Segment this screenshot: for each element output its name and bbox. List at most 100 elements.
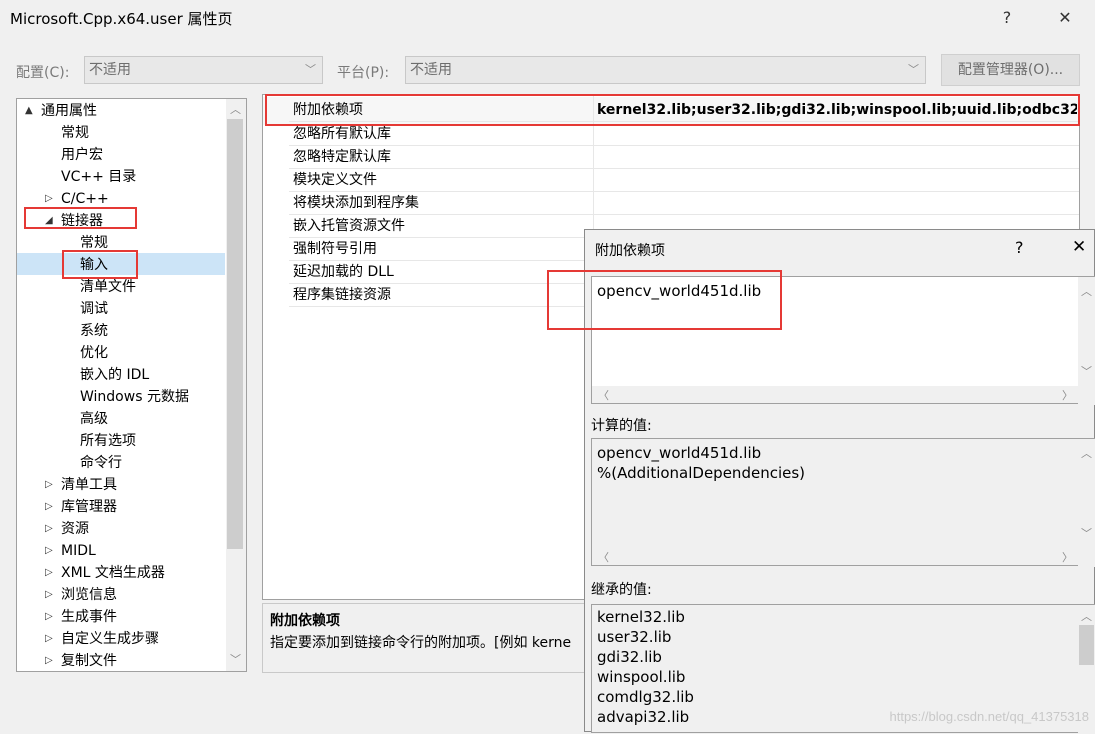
property-row[interactable]: 忽略特定默认库 (263, 146, 1079, 169)
property-name: 强制符号引用 (293, 241, 377, 257)
platform-select-value: 不适用 (410, 62, 452, 78)
tree-item[interactable]: ▲ 通用属性 (17, 100, 225, 122)
expand-icon[interactable]: ▷ (45, 496, 53, 518)
expand-icon[interactable]: ▷ (45, 628, 53, 650)
property-row[interactable]: 将模块添加到程序集 (263, 192, 1079, 215)
inherited-scroll-thumb[interactable] (1079, 625, 1094, 665)
scroll-up-icon[interactable]: ︿ (1081, 445, 1092, 461)
scroll-right-icon[interactable]: 〉 (1062, 387, 1073, 403)
scroll-left-icon[interactable]: 〈 (598, 549, 609, 565)
tree-item[interactable]: 嵌入的 IDL (17, 364, 225, 386)
highlight-linker (24, 207, 137, 229)
scroll-left-icon[interactable]: 〈 (598, 387, 609, 403)
highlight-input (62, 250, 138, 279)
config-select: 不适用 ﹀ (84, 56, 323, 84)
inherited-label: 继承的值: (591, 582, 652, 598)
tree-item-label: 清单工具 (61, 477, 117, 493)
tree-item[interactable]: 用户宏 (17, 144, 225, 166)
computed-line: opencv_world451d.lib (597, 444, 762, 462)
scroll-up-icon[interactable]: ︿ (230, 101, 241, 117)
property-name: 延迟加载的 DLL (293, 264, 394, 280)
computed-line: %(AdditionalDependencies) (597, 464, 806, 482)
tree-item[interactable]: ▷ 清单工具 (17, 474, 225, 496)
expand-icon[interactable]: ▷ (45, 518, 53, 540)
scroll-down-icon[interactable]: ﹀ (230, 651, 241, 667)
expand-icon[interactable]: ▷ (45, 650, 53, 671)
tree-item[interactable]: 优化 (17, 342, 225, 364)
expand-icon[interactable]: ▷ (45, 562, 53, 584)
computed-label: 计算的值: (591, 418, 652, 434)
dialog-title: 附加依赖项 (595, 243, 665, 259)
tree-item[interactable]: ▷ MIDL (17, 540, 225, 562)
config-manager-button: 配置管理器(O)... (941, 54, 1080, 86)
tree-scroll-thumb[interactable] (227, 119, 243, 549)
config-label: 配置(C): (16, 65, 70, 81)
tree-item-label: 清单文件 (80, 279, 136, 295)
tree-item[interactable]: ▷ 浏览信息 (17, 584, 225, 606)
close-icon[interactable]: ✕ (1072, 237, 1086, 257)
tree-item[interactable]: ▷ 资源 (17, 518, 225, 540)
tree-item[interactable]: 调试 (17, 298, 225, 320)
tree-item-label: 嵌入的 IDL (80, 367, 150, 383)
scroll-up-icon[interactable]: ︿ (1081, 608, 1092, 624)
computed-hscrollbar[interactable]: 〈 〉 (592, 548, 1080, 565)
tree-item[interactable]: ▷ 自定义生成步骤 (17, 628, 225, 650)
description-panel: 附加依赖项 指定要添加到链接命令行的附加项。[例如 kerne (262, 603, 592, 673)
tree-item-label: 高级 (80, 411, 108, 427)
tree-item[interactable]: ▷ 库管理器 (17, 496, 225, 518)
window-title: Microsoft.Cpp.x64.user 属性页 (10, 10, 233, 28)
tree-item[interactable]: 清单文件 (17, 276, 225, 298)
expand-icon[interactable]: ▷ (45, 606, 53, 628)
tree-item-label: 优化 (80, 345, 108, 361)
tree-item[interactable]: 系统 (17, 320, 225, 342)
edit-vscrollbar[interactable]: ︿ ﹀ (1078, 277, 1095, 405)
inherited-line: gdi32.lib (597, 648, 662, 666)
tree-item-label: Windows 元数据 (80, 389, 189, 405)
help-icon[interactable]: ? (992, 6, 1022, 30)
property-name: 程序集链接资源 (293, 287, 391, 303)
tree-item-label: 复制文件 (61, 653, 117, 669)
scroll-up-icon[interactable]: ︿ (1081, 283, 1092, 299)
tree-item-label: XML 文档生成器 (61, 565, 165, 581)
scroll-down-icon[interactable]: ﹀ (1081, 363, 1092, 379)
tree-item-label: 系统 (80, 323, 108, 339)
tree-item[interactable]: ▷ 复制文件 (17, 650, 225, 671)
watermark: https://blog.csdn.net/qq_41375318 (889, 709, 1090, 724)
scroll-right-icon[interactable]: 〉 (1062, 549, 1073, 565)
tree-item[interactable]: VC++ 目录 (17, 166, 225, 188)
expand-icon[interactable]: ▷ (45, 584, 53, 606)
computed-box: opencv_world451d.lib %(AdditionalDepende… (591, 438, 1095, 567)
expand-icon[interactable]: ▷ (45, 540, 53, 562)
property-row[interactable]: 忽略所有默认库 (263, 123, 1079, 146)
edit-hscrollbar[interactable]: 〈 〉 (592, 386, 1080, 403)
property-name: 将模块添加到程序集 (293, 195, 419, 211)
tree-item-label: 通用属性 (41, 103, 97, 119)
collapse-icon[interactable]: ▲ (25, 100, 33, 122)
tree-item-label: VC++ 目录 (61, 169, 137, 185)
tree-item[interactable]: 命令行 (17, 452, 225, 474)
help-icon[interactable]: ? (1015, 238, 1024, 257)
tree-item-label: 常规 (61, 125, 89, 141)
description-text: 指定要添加到链接命令行的附加项。[例如 kerne (270, 635, 572, 651)
tree-item[interactable]: 所有选项 (17, 430, 225, 452)
property-name: 嵌入托管资源文件 (293, 218, 405, 234)
highlight-edit-line (547, 270, 782, 330)
description-title: 附加依赖项 (270, 613, 340, 629)
close-icon[interactable]: ✕ (1050, 6, 1080, 30)
tree-item[interactable]: ▷ 生成事件 (17, 606, 225, 628)
tree-item[interactable]: 常规 (17, 122, 225, 144)
tree-item[interactable]: 高级 (17, 408, 225, 430)
computed-vscrollbar[interactable]: ︿ ﹀ (1078, 439, 1095, 567)
tree-scrollbar[interactable]: ︿ ﹀ (226, 99, 246, 671)
tree-item-label: 命令行 (80, 455, 122, 471)
tree-item-label: 自定义生成步骤 (61, 631, 159, 647)
inherited-line: kernel32.lib (597, 608, 685, 626)
tree-item[interactable]: ▷ XML 文档生成器 (17, 562, 225, 584)
tree-item[interactable]: Windows 元数据 (17, 386, 225, 408)
tree-item-label: MIDL (61, 543, 96, 559)
platform-label: 平台(P): (337, 65, 390, 81)
property-row[interactable]: 模块定义文件 (263, 169, 1079, 192)
property-tree[interactable]: ▲ 通用属性 常规 用户宏 VC++ 目录 ▷ C/C++ ◢ 链接器 常规 输入 清单文件 调试 系统优… (16, 98, 247, 672)
scroll-down-icon[interactable]: ﹀ (1081, 525, 1092, 541)
expand-icon[interactable]: ▷ (45, 474, 53, 496)
